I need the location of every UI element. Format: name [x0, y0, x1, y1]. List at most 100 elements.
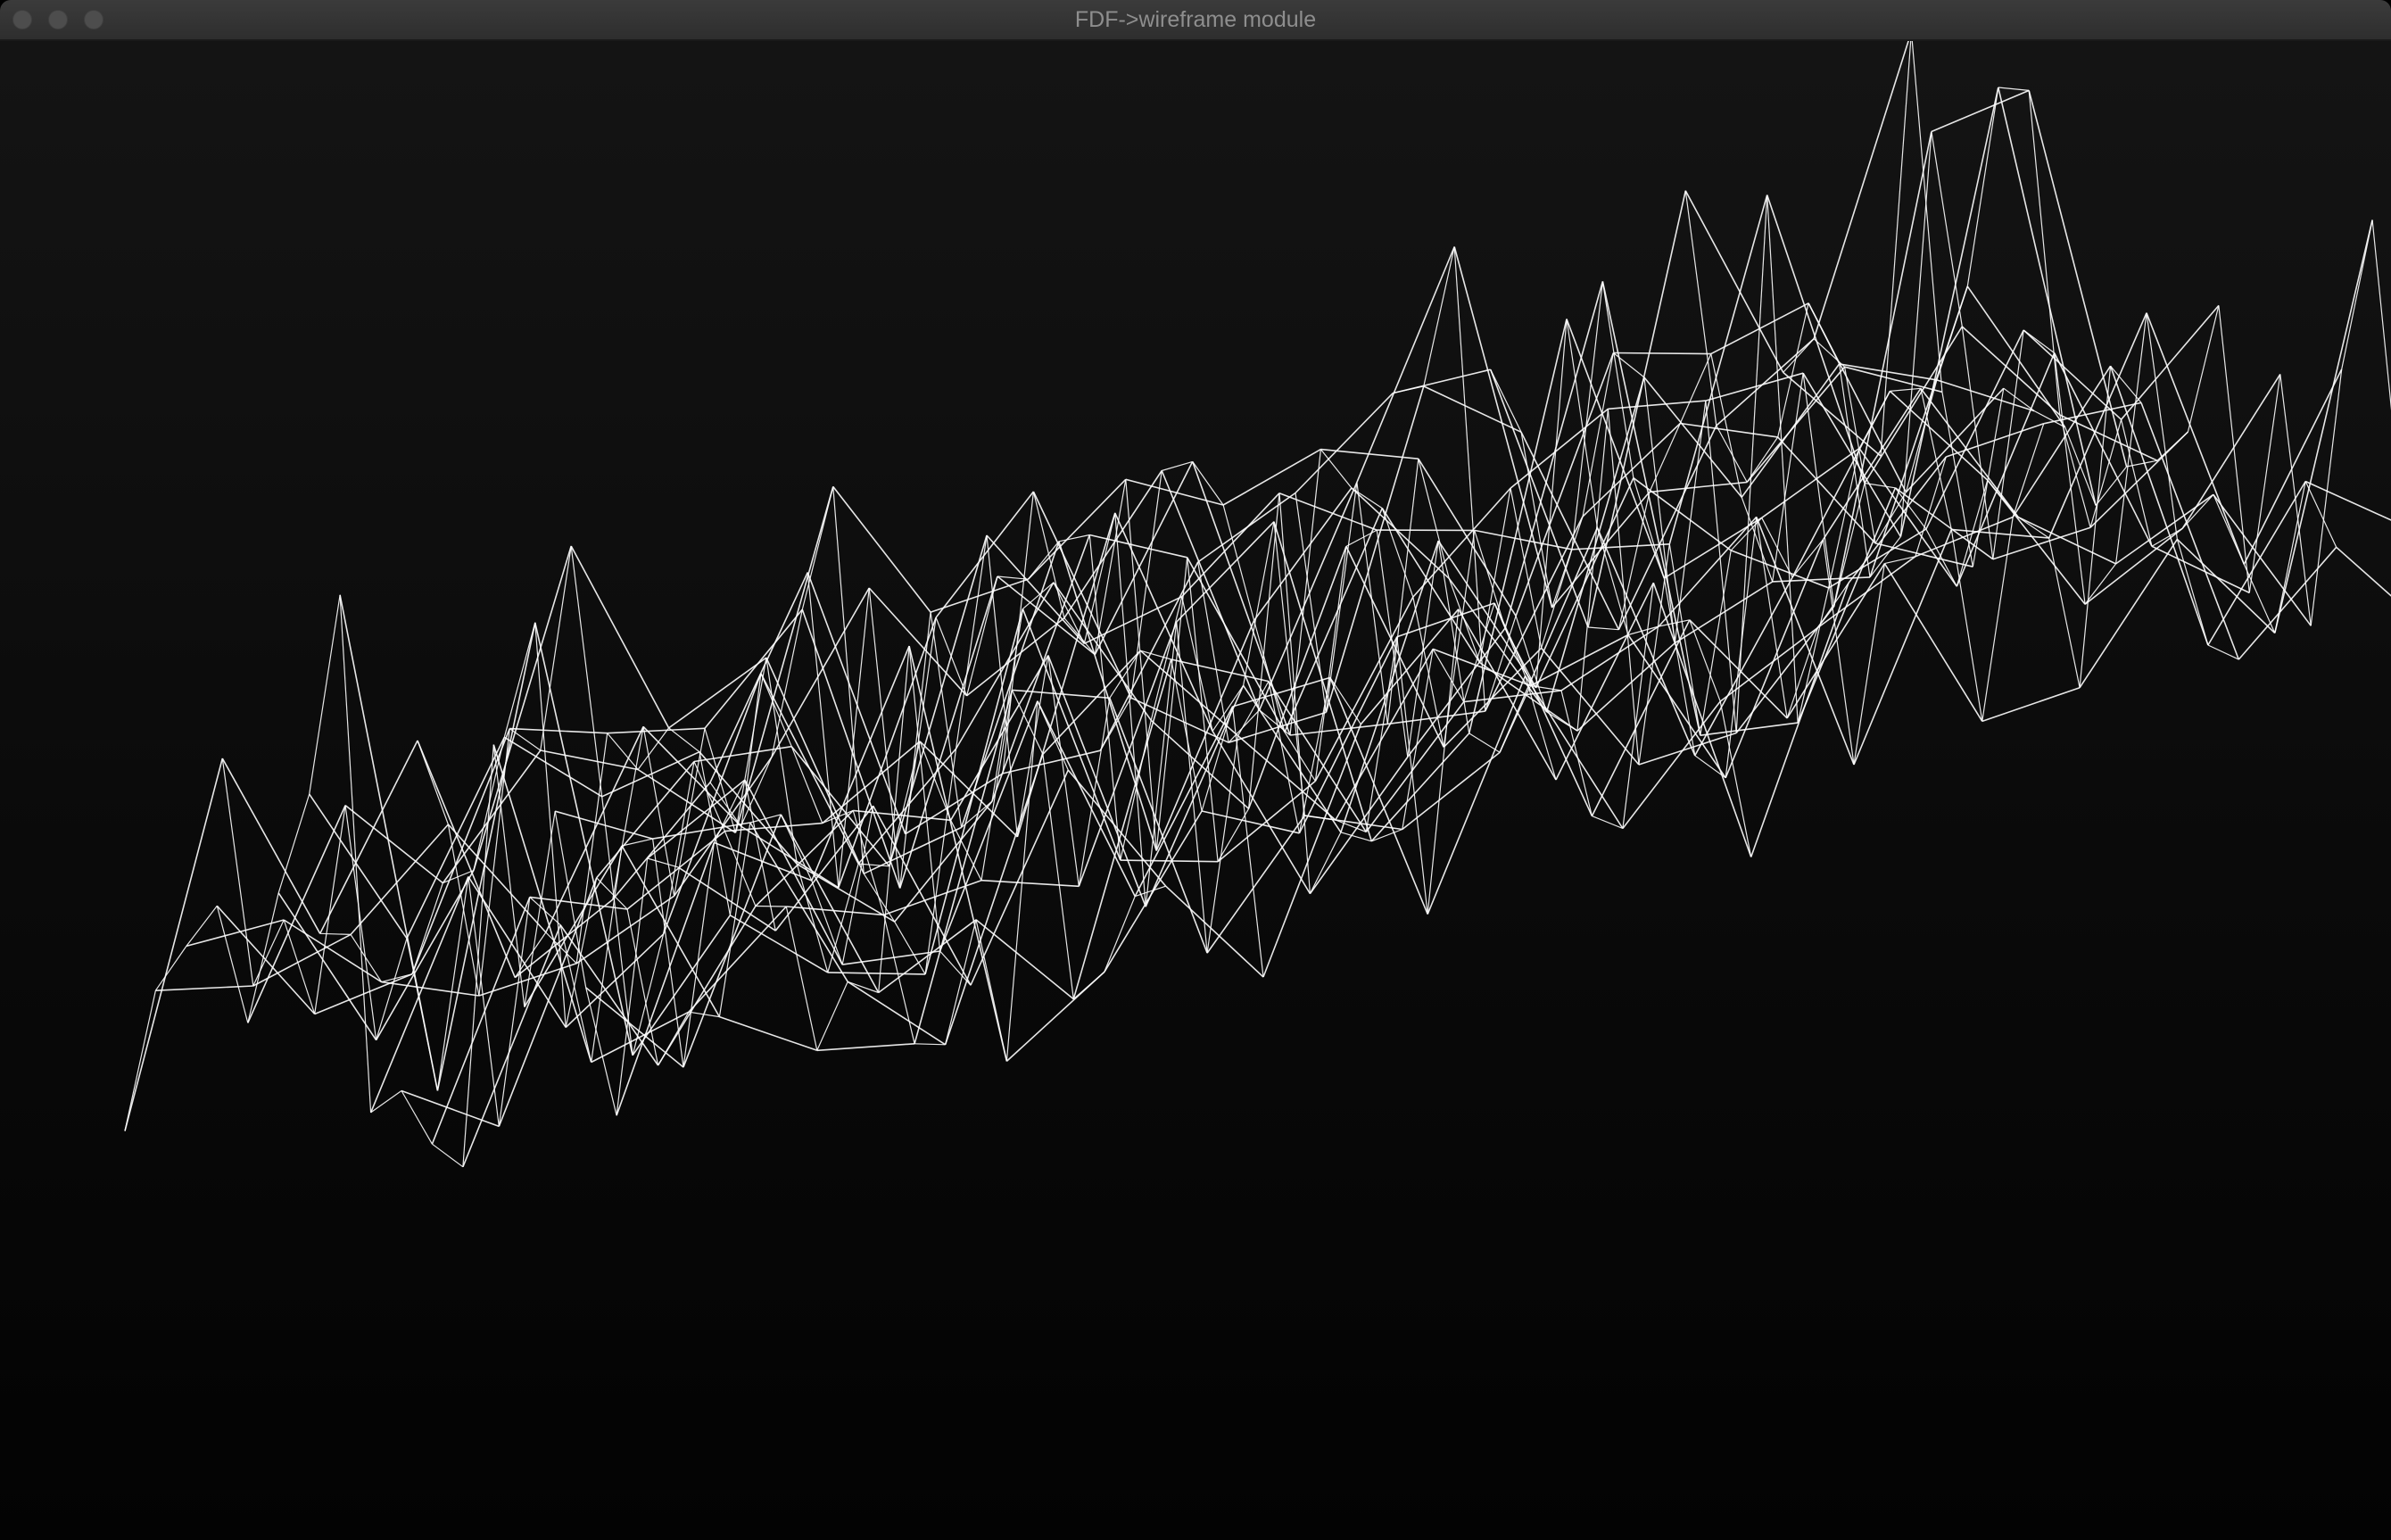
wireframe-edge: [1808, 302, 1841, 365]
wireframe-edge: [2274, 481, 2306, 633]
wireframe-edge: [1340, 832, 1372, 842]
wireframe-edge: [1864, 482, 1896, 489]
wireframe-edge: [1027, 541, 1060, 580]
wireframe-edge: [1741, 497, 1774, 583]
wireframe-edge: [1237, 681, 1270, 736]
wireframe-edge: [1243, 521, 1275, 686]
wireframe-edge: [1493, 602, 1593, 816]
wireframe-edge: [1613, 352, 1711, 355]
wireframe-edge: [1396, 636, 1428, 915]
wireframe-edge: [1591, 619, 1691, 816]
wireframe-edge: [1899, 131, 1932, 537]
wireframe-edge: [1120, 859, 1219, 863]
wireframe-edge: [401, 1089, 500, 1128]
wireframe-edge: [832, 485, 931, 613]
wireframe-edge: [319, 740, 418, 934]
wireframe-edge: [2248, 374, 2281, 593]
wireframe-edge: [1992, 329, 2024, 559]
wireframe-edge: [2003, 387, 2035, 412]
wireframe-edge: [1412, 596, 1444, 748]
wireframe-edge: [616, 842, 716, 1116]
wireframe-edge: [663, 761, 695, 935]
wireframe-edge: [1329, 677, 1361, 725]
wireframe-edge: [277, 892, 377, 1041]
wireframe-edge: [1125, 479, 1157, 851]
wireframe-edge: [559, 924, 659, 1066]
wireframe-edge: [796, 863, 896, 923]
wireframe-edge: [899, 612, 931, 889]
wireframe-edge: [816, 1043, 915, 1052]
wireframe-edge: [1750, 583, 1849, 857]
wireframe-edge: [401, 1090, 433, 1145]
wireframe-edge: [1566, 319, 1666, 579]
wireframe-edge: [431, 897, 531, 1145]
wireframe-edge: [1530, 684, 1562, 691]
wireframe-edge: [1864, 326, 1963, 484]
wireframe-edge: [847, 981, 947, 1046]
wireframe-edge: [319, 932, 352, 935]
wireframe-edge: [1109, 650, 1141, 699]
wireframe-edge: [2017, 517, 2050, 539]
wireframe-edge: [503, 736, 603, 798]
wireframe-edge: [1171, 658, 1203, 812]
wireframe-edge: [344, 805, 377, 1040]
wireframe-edge: [1161, 470, 1261, 711]
wireframe-edge: [1011, 690, 1044, 755]
wireframe-edge: [724, 831, 757, 907]
wireframe-edge: [1089, 534, 1187, 559]
wireframe-edge: [2371, 219, 2391, 411]
wireframe-edge: [601, 750, 700, 798]
wireframe-edge: [1181, 493, 1280, 598]
wireframe-edge: [534, 622, 633, 1056]
wireframe-edge: [1222, 448, 1321, 506]
wireframe-edge: [1237, 734, 1336, 821]
wireframe-edge: [1797, 587, 1830, 724]
wireframe-edge: [2243, 368, 2343, 565]
wireframe-edge: [1587, 626, 1619, 631]
wireframe-edge: [811, 880, 843, 965]
wireframe-edge: [1063, 617, 1096, 655]
wireframe-edge: [1689, 619, 1721, 702]
wireframe-edge: [668, 727, 700, 753]
wireframe-edge: [309, 594, 341, 795]
wireframe-edge: [1381, 508, 1414, 598]
wireframe-edge: [1684, 190, 1717, 426]
wireframe-edge: [950, 820, 982, 881]
wireframe-edge: [1772, 576, 1871, 583]
wireframe-edge: [1998, 87, 2097, 506]
wireframe-edge: [1181, 596, 1213, 732]
wireframe-edge: [559, 924, 592, 1063]
wireframe-canvas[interactable]: [0, 41, 2391, 1540]
wireframe-edge: [1981, 686, 2081, 723]
wireframe-edge: [1894, 487, 1927, 530]
wireframe-edge: [1314, 546, 1347, 782]
wireframe-edge: [841, 806, 874, 965]
wireframe-edge: [1649, 481, 1748, 493]
wireframe-edge: [1412, 487, 1511, 598]
wireframe-edge: [2146, 312, 2178, 540]
window-title: FDF->wireframe module: [1074, 7, 1317, 32]
wireframe-edge: [2151, 545, 2250, 594]
wireframe-edge: [1649, 423, 1681, 493]
wireframe-edge: [2012, 423, 2045, 517]
wireframe-edge: [1520, 431, 1620, 631]
wireframe-edge: [1874, 542, 1973, 567]
wireframe-edge: [314, 805, 346, 1014]
wireframe-edge: [124, 758, 224, 1131]
wireframe-edge: [1643, 377, 1675, 643]
wireframe-edge: [878, 919, 977, 994]
wireframe-edge: [1104, 896, 1136, 973]
wireframe-edge: [1037, 700, 1069, 771]
wireframe-edge: [1262, 724, 1362, 978]
wireframe-edge: [1802, 373, 1835, 607]
wireframe-edge: [2304, 481, 2337, 548]
wireframe-edge: [632, 933, 665, 1056]
title-bar[interactable]: FDF->wireframe module: [0, 0, 2391, 41]
wireframe-edge: [1998, 87, 2030, 91]
wireframe-edge: [1601, 281, 1634, 478]
wireframe-edge: [417, 740, 449, 825]
wireframe-edge: [1716, 338, 1815, 426]
wireframe-edge: [1566, 319, 1598, 528]
wireframe-edge: [2146, 312, 2246, 565]
wireframe-edge: [785, 906, 818, 1051]
